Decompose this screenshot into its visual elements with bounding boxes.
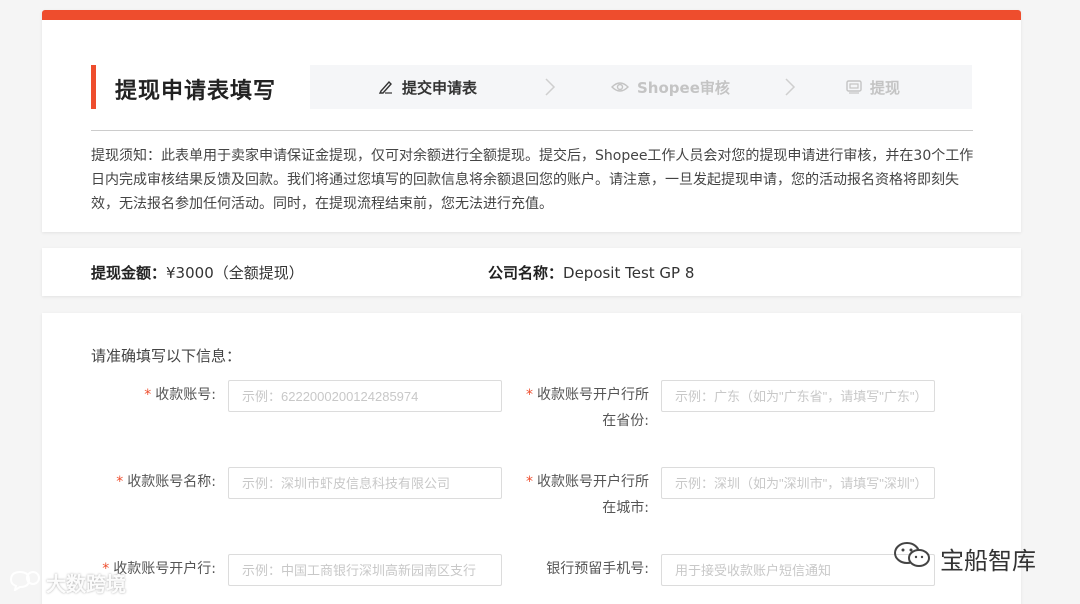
step-label: 提现 <box>870 78 901 97</box>
chevron-right-icon <box>785 78 796 96</box>
step-label: Shopee审核 <box>637 78 730 97</box>
phone-label: 银行预留手机号: <box>546 561 649 577</box>
account-name-label: * 收款账号名称: <box>116 474 216 490</box>
amount-summary: 提现金额：¥3000（全额提现） <box>91 262 304 283</box>
company-value: Deposit Test GP 8 <box>563 264 695 282</box>
header-card: 提现申请表填写 提交申请表 Shopee审核 提现 提现须知：此表单用于卖家申请… <box>42 10 1021 232</box>
city-label: * 收款账号开户行所 在城市: <box>526 474 649 516</box>
form-intro: 请准确填写以下信息： <box>91 347 242 365</box>
watermark-left: 大数跨境 <box>8 568 126 597</box>
province-input[interactable] <box>661 380 935 412</box>
chat-bubble-icon <box>8 569 42 596</box>
amount-value: ¥3000（全额提现） <box>166 264 304 282</box>
wallet-icon <box>846 80 862 94</box>
bank-input[interactable] <box>228 554 502 586</box>
wechat-icon <box>892 540 932 576</box>
company-label: 公司名称： <box>488 264 564 282</box>
step-label: 提交申请表 <box>402 78 478 97</box>
title-accent-bar <box>91 65 96 109</box>
pencil-icon <box>378 79 394 95</box>
company-summary: 公司名称：Deposit Test GP 8 <box>488 262 694 283</box>
page-title: 提现申请表填写 <box>115 79 277 104</box>
progress-steps: 提交申请表 Shopee审核 提现 <box>310 65 972 109</box>
watermark-left-text: 大数跨境 <box>46 572 126 596</box>
withdrawal-notice: 提现须知：此表单用于卖家申请保证金提现，仅可对余额进行全额提现。提交后，Shop… <box>91 148 974 212</box>
account-name-input[interactable] <box>228 467 502 499</box>
amount-label: 提现金额： <box>91 264 167 282</box>
divider <box>91 130 973 131</box>
form-card: 请准确填写以下信息： *收款账号: *收款账号开户行所 在省份: *收款账号名称… <box>42 313 1021 604</box>
step-withdraw: 提现 <box>846 65 900 109</box>
province-label: * 收款账号开户行所 在省份: <box>526 387 649 429</box>
city-input[interactable] <box>661 467 935 499</box>
step-submit: 提交申请表 <box>378 65 477 109</box>
eye-icon <box>611 80 629 94</box>
summary-card: 提现金额：¥3000（全额提现） 公司名称：Deposit Test GP 8 <box>42 248 1021 296</box>
watermark-right-text: 宝船智库 <box>940 546 1036 575</box>
account-no-label: * 收款账号: <box>144 387 216 403</box>
watermark-right: 宝船智库 <box>892 540 1036 576</box>
chevron-right-icon <box>545 78 556 96</box>
step-review: Shopee审核 <box>611 65 730 109</box>
account-no-input[interactable] <box>228 380 502 412</box>
